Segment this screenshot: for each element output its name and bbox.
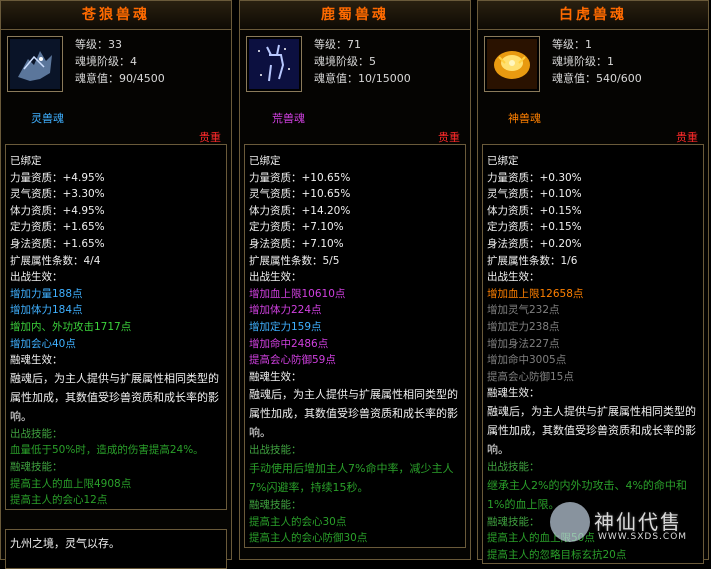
attr-line: 增加灵气232点 — [487, 304, 560, 317]
attr-line: 已绑定 — [487, 155, 519, 167]
precious-tag: 贵重 — [438, 131, 460, 144]
attr-line: 体力资质：+0.15% — [487, 204, 582, 217]
soul-attributes: 已绑定力量资质：+4.95% 灵气资质：+3.30% 体力资质：+4.95% 定力资质… — [5, 144, 227, 510]
watermark-url: WWW.SXDS.COM — [598, 532, 688, 542]
attr-line: 已绑定 — [249, 155, 281, 167]
attr-line: 灵气资质：+3.30% — [10, 188, 105, 201]
soul-rank: 神兽魂 — [508, 112, 541, 125]
soul-title: 苍狼兽魂 — [1, 1, 231, 30]
skill-line: 手动使用后增加主人7%命中率，减少主人7%闪避率，持续15秒。 — [249, 461, 454, 494]
soul-will: 魂意值：540/600 — [552, 72, 642, 85]
watermark-text: 神仙代售 — [594, 510, 682, 534]
attr-line: 提高会心防御15点 — [487, 370, 574, 383]
mascot-icon — [550, 502, 590, 542]
attr-line: 增加体力224点 — [249, 304, 322, 317]
attr-line: 提高会心防御59点 — [249, 354, 336, 367]
skill-line: 出战技能： — [249, 444, 302, 457]
golden-tiger-soul-icon — [487, 39, 537, 92]
attr-line: 增加身法227点 — [487, 337, 560, 350]
attr-line: 定力资质：+7.10% — [249, 221, 344, 234]
attr-line: 力量资质：+4.95% — [10, 171, 105, 184]
skill-line: 出战技能： — [10, 427, 63, 440]
attr-line: 定力资质：+0.15% — [487, 221, 582, 234]
soul-title: 白虎兽魂 — [478, 1, 708, 30]
attr-line: 增加血上限10610点 — [249, 287, 346, 300]
soul-rank: 荒兽魂 — [272, 112, 305, 125]
attr-line: 增加血上限12658点 — [487, 287, 584, 300]
attr-line: 融魂生效： — [249, 370, 302, 383]
precious-tag: 贵重 — [676, 131, 698, 144]
skill-line: 提高主人的血上限4908点 — [10, 477, 132, 490]
attr-line: 增加会心40点 — [10, 337, 76, 350]
attr-line: 身法资质：+0.20% — [487, 237, 582, 250]
soul-card-2: 鹿蜀兽魂等级：71 魂境阶级：5 魂意值：10/15000 荒兽魂贵重已绑定力量资质：… — [239, 0, 471, 560]
attr-line: 身法资质：+7.10% — [249, 237, 344, 250]
fuse-description: 融魂后，为主人提供与扩展属性相同类型的属性加成，其数值受珍兽资质和成长率的影响。 — [249, 388, 458, 440]
attr-line: 扩展属性条数：5/5 — [249, 254, 340, 267]
attr-line: 增加命中2486点 — [249, 337, 329, 350]
attr-line: 身法资质：+1.65% — [10, 237, 105, 250]
fuse-description: 融魂后，为主人提供与扩展属性相同类型的属性加成，其数值受珍兽资质和成长率的影响。 — [10, 371, 219, 423]
soul-will: 魂意值：10/15000 — [314, 72, 411, 85]
star-deer-soul-icon — [249, 39, 299, 92]
soul-realm: 魂境阶级：4 — [75, 55, 137, 68]
attr-line: 力量资质：+10.65% — [249, 171, 351, 184]
skill-line: 融魂技能： — [10, 460, 63, 473]
soul-icon-slot[interactable] — [246, 36, 302, 92]
soul-realm: 魂境阶级：1 — [552, 55, 614, 68]
attr-line: 出战生效： — [249, 271, 302, 284]
skill-line: 提高主人的会心防御30点 — [249, 532, 368, 545]
attr-line: 体力资质：+14.20% — [249, 204, 351, 217]
soul-icon-slot[interactable] — [7, 36, 63, 92]
skill-line: 提高主人的会心30点 — [249, 515, 347, 528]
attr-line: 增加内、外功攻击1717点 — [10, 320, 132, 333]
attr-line: 出战生效： — [487, 271, 540, 284]
skill-line: 提高主人的忽略目标玄抗20点 — [487, 548, 627, 561]
soul-will: 魂意值：90/4500 — [75, 72, 165, 85]
soul-title: 鹿蜀兽魂 — [240, 1, 470, 30]
attr-line: 融魂生效： — [10, 354, 63, 367]
soul-level: 等级：1 — [552, 38, 592, 51]
attr-line: 灵气资质：+0.10% — [487, 188, 582, 201]
fuse-description: 融魂后，为主人提供与扩展属性相同类型的属性加成，其数值受珍兽资质和成长率的影响。 — [487, 404, 696, 456]
skill-line: 融魂技能： — [249, 498, 302, 511]
story-text: 九州之境，灵气以存。 — [10, 537, 120, 550]
skill-line: 出战技能： — [487, 460, 540, 473]
soul-story: 九州之境，灵气以存。 — [5, 529, 227, 569]
attr-line: 定力资质：+1.65% — [10, 221, 105, 234]
skill-line: 血量低于50%时，造成的伤害提高24%。 — [10, 444, 204, 457]
attr-line: 增加定力159点 — [249, 320, 322, 333]
soul-attributes: 已绑定力量资质：+10.65% 灵气资质：+10.65% 体力资质：+14.20% 定… — [244, 144, 466, 548]
attr-line: 灵气资质：+10.65% — [249, 188, 351, 201]
precious-tag: 贵重 — [199, 131, 221, 144]
attr-line: 已绑定 — [10, 155, 42, 167]
attr-line: 力量资质：+0.30% — [487, 171, 582, 184]
attr-line: 增加体力184点 — [10, 304, 83, 317]
skill-line: 提高主人的会心12点 — [10, 494, 108, 507]
attr-line: 扩展属性条数：1/6 — [487, 254, 578, 267]
attr-line: 体力资质：+4.95% — [10, 204, 105, 217]
attr-line: 增加定力238点 — [487, 320, 560, 333]
attr-line: 融魂生效： — [487, 387, 540, 400]
attr-line: 扩展属性条数：4/4 — [10, 254, 101, 267]
soul-rank: 灵兽魂 — [31, 112, 64, 125]
site-watermark: 神仙代售 WWW.SXDS.COM — [548, 500, 708, 548]
soul-card-1: 苍狼兽魂等级：33 魂境阶级：4 魂意值：90/4500 灵兽魂贵重已绑定力量资质：+… — [0, 0, 232, 569]
soul-icon-slot[interactable] — [484, 36, 540, 92]
soul-card-3: 白虎兽魂等级：1 魂境阶级：1 魂意值：540/600 神兽魂贵重已绑定力量资质：+0… — [477, 0, 709, 565]
soul-level: 等级：71 — [314, 38, 361, 51]
blue-wolf-soul-icon — [10, 39, 60, 92]
attr-line: 增加命中3005点 — [487, 354, 567, 367]
soul-realm: 魂境阶级：5 — [314, 55, 376, 68]
soul-level: 等级：33 — [75, 38, 122, 51]
attr-line: 出战生效： — [10, 271, 63, 284]
attr-line: 增加力量188点 — [10, 287, 83, 300]
